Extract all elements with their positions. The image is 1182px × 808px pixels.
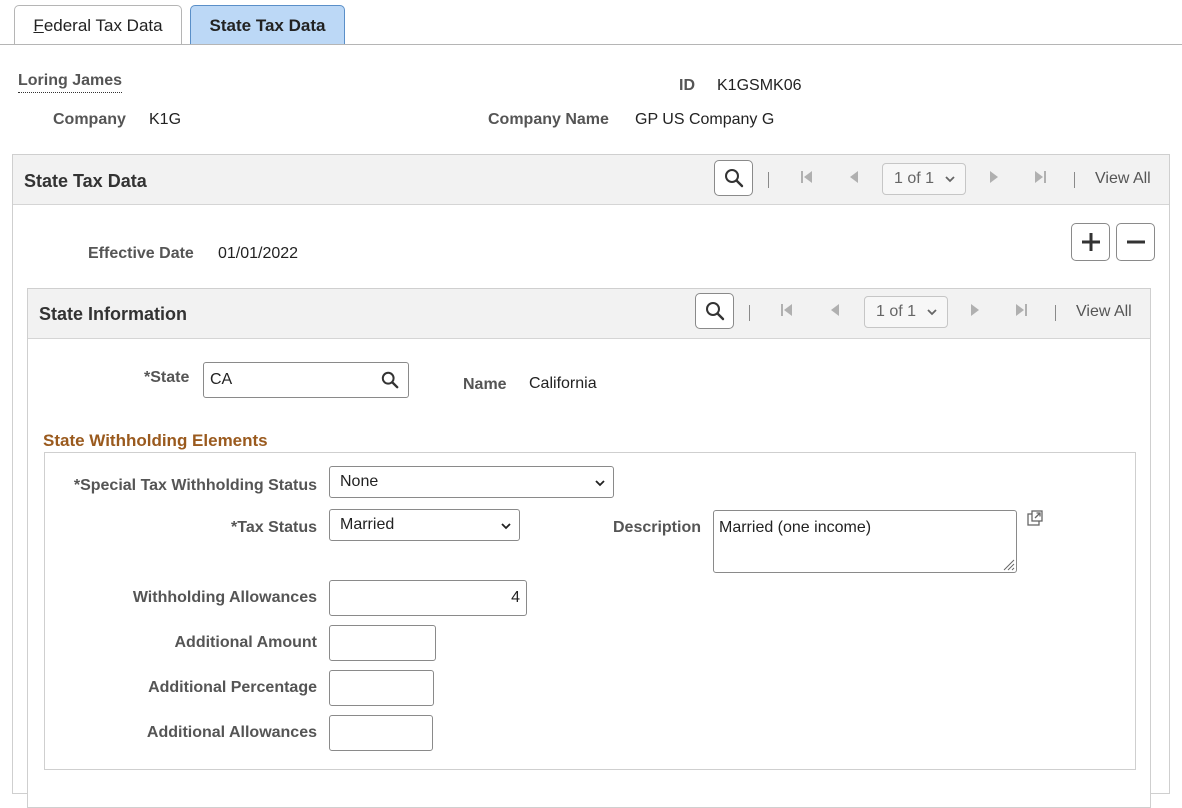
description-textarea[interactable]: Married (one income) xyxy=(713,510,1017,573)
next-page-icon[interactable] xyxy=(988,169,1000,188)
chevron-down-icon xyxy=(595,480,605,487)
withholding-allowances-label: Withholding Allowances xyxy=(132,589,317,606)
state-input-value: CA xyxy=(210,371,233,388)
tabbar-divider xyxy=(0,44,1182,45)
state-tax-data-title: State Tax Data xyxy=(24,171,147,191)
state-label: *State xyxy=(144,369,190,386)
add-row-button[interactable] xyxy=(1071,223,1110,261)
state-info-pager-select[interactable]: 1 of 1 xyxy=(864,296,948,328)
additional-amount-input[interactable] xyxy=(329,625,436,661)
additional-allowances-label: Additional Allowances xyxy=(146,724,317,741)
id-value: K1GSMK06 xyxy=(717,77,802,94)
state-tax-view-all-link[interactable]: View All xyxy=(1095,170,1151,188)
first-page-icon[interactable] xyxy=(780,302,794,321)
state-withholding-elements-title: State Withholding Elements xyxy=(43,431,268,450)
state-name-label: Name xyxy=(463,376,507,393)
special-status-value: None xyxy=(340,473,379,490)
first-page-icon[interactable] xyxy=(800,169,814,188)
state-tax-data-grid: State Tax Data 1 of 1 View All Effective… xyxy=(12,154,1170,808)
additional-allowances-input[interactable] xyxy=(329,715,433,751)
company-name-label: Company Name xyxy=(488,111,609,128)
pager-separator xyxy=(749,305,750,321)
id-label: ID xyxy=(679,77,695,94)
pager-text: 1 of 1 xyxy=(876,303,917,320)
plus-icon xyxy=(1081,233,1100,251)
last-page-icon[interactable] xyxy=(1014,302,1028,321)
tax-status-select[interactable]: Married xyxy=(329,509,520,541)
state-info-search-button[interactable] xyxy=(695,293,734,329)
expand-popup-icon[interactable] xyxy=(1026,509,1044,527)
state-input[interactable]: CA xyxy=(203,362,409,398)
search-icon[interactable] xyxy=(381,371,399,389)
withholding-elements-group: *Special Tax Withholding Status None *Ta… xyxy=(44,452,1136,770)
company-label: Company xyxy=(53,111,126,128)
pager-separator xyxy=(1074,172,1075,188)
delete-row-button[interactable] xyxy=(1116,223,1155,261)
chevron-down-icon xyxy=(501,523,511,530)
search-icon xyxy=(705,302,724,321)
previous-page-icon[interactable] xyxy=(848,169,860,188)
tax-status-label: *Tax Status xyxy=(231,519,317,536)
special-tax-withholding-status-select[interactable]: None xyxy=(329,466,614,498)
state-tax-data-header: State Tax Data 1 of 1 View All xyxy=(13,155,1169,205)
tab-federal-label: ederal Tax Data xyxy=(43,15,163,35)
pager-separator xyxy=(768,172,769,188)
company-name-value: GP US Company G xyxy=(635,111,775,128)
state-name-value: California xyxy=(529,375,597,392)
additional-percentage-input[interactable] xyxy=(329,670,434,706)
chevron-down-icon xyxy=(945,176,955,183)
withholding-allowances-value: 4 xyxy=(511,589,520,606)
tax-status-value: Married xyxy=(340,516,395,533)
chevron-down-icon xyxy=(927,309,937,316)
additional-percentage-label: Additional Percentage xyxy=(148,679,317,696)
state-tax-pager-select[interactable]: 1 of 1 xyxy=(882,163,966,195)
state-tax-search-button[interactable] xyxy=(714,160,753,196)
pager-text: 1 of 1 xyxy=(894,170,935,187)
state-info-view-all-link[interactable]: View All xyxy=(1076,303,1132,321)
state-information-title: State Information xyxy=(39,304,188,324)
state-information-grid: State Information 1 of 1 View All *State… xyxy=(27,288,1151,808)
description-label: Description xyxy=(612,519,701,536)
tab-state-label: State Tax Data xyxy=(209,15,326,35)
withholding-allowances-input[interactable]: 4 xyxy=(329,580,527,616)
description-value: Married (one income) xyxy=(719,519,872,536)
tab-federal-label-first: F xyxy=(33,15,44,35)
next-page-icon[interactable] xyxy=(969,302,981,321)
minus-icon xyxy=(1126,240,1145,244)
employee-name[interactable]: Loring James xyxy=(18,72,123,93)
special-tax-withholding-status-label: *Special Tax Withholding Status xyxy=(73,477,317,494)
previous-page-icon[interactable] xyxy=(829,302,841,321)
resize-handle-icon[interactable] xyxy=(1001,557,1015,571)
pager-separator xyxy=(1055,305,1056,321)
search-icon xyxy=(724,169,743,188)
company-value: K1G xyxy=(149,111,182,128)
state-information-header: State Information 1 of 1 View All xyxy=(28,289,1150,339)
tab-state-tax-data[interactable]: State Tax Data xyxy=(190,5,345,45)
effective-date-label: Effective Date xyxy=(88,245,194,262)
effective-date-value: 01/01/2022 xyxy=(218,245,299,262)
tab-federal-tax-data[interactable]: Federal Tax Data xyxy=(14,5,182,45)
additional-amount-label: Additional Amount xyxy=(174,634,318,651)
last-page-icon[interactable] xyxy=(1033,169,1047,188)
